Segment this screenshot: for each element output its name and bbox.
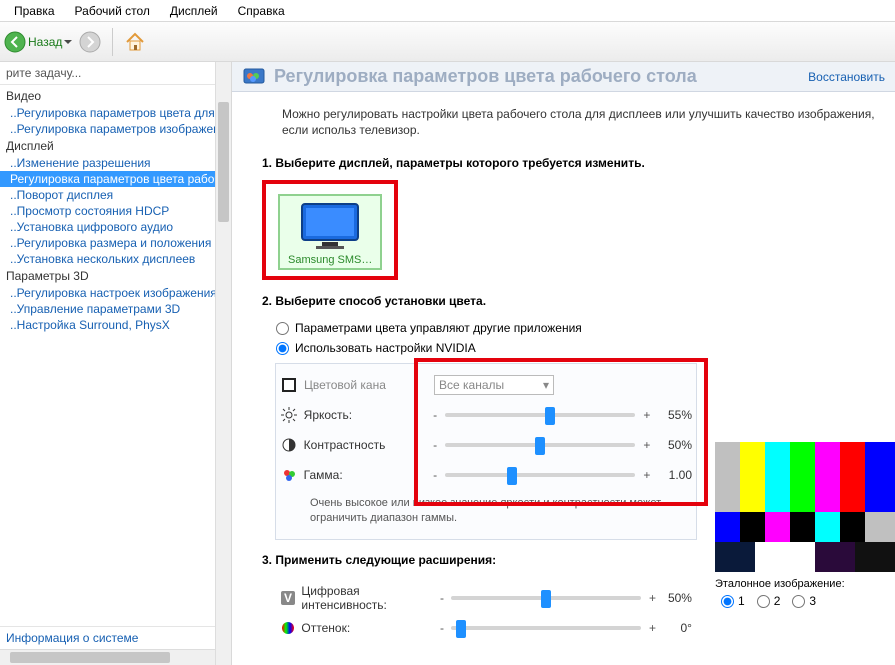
tree-group: Дисплей: [0, 137, 231, 155]
task-header: рите задачу...: [0, 62, 231, 85]
tree-item[interactable]: ..Поворот дисплея: [0, 187, 231, 203]
radio-other-apps[interactable]: Параметрами цвета управляют другие прило…: [262, 318, 875, 338]
tree-item[interactable]: ..Управление параметрами 3D: [0, 301, 231, 317]
vibrance-label: Цифровая интенсивность:: [301, 584, 438, 612]
gamma-label: Гамма:: [304, 468, 432, 482]
system-info-link[interactable]: Информация о системе: [0, 626, 231, 649]
tree-item[interactable]: ..Установка цифрового аудио: [0, 219, 231, 235]
section1-title: 1. Выберите дисплей, параметры которого …: [262, 156, 875, 170]
radio-nvidia-input[interactable]: [276, 342, 289, 355]
vibrance-slider[interactable]: [451, 596, 641, 600]
monitor-icon: [298, 202, 362, 250]
toolbar-separator: [112, 28, 113, 56]
color-controls-panel: Цветовой кана Все каналы ▾ Яркость: - + …: [276, 364, 696, 539]
reference-preview: Эталонное изображение: 1 2 3: [715, 442, 895, 608]
display-item-samsung[interactable]: Samsung SMS…: [278, 194, 382, 270]
sidebar: рите задачу... Видео..Регулировка параме…: [0, 62, 232, 665]
tree-item[interactable]: Регулировка параметров цвета рабочег: [0, 171, 231, 187]
color-bars-image: [715, 442, 895, 572]
hue-icon: [280, 619, 295, 637]
tree-item[interactable]: ..Установка нескольких дисплеев: [0, 251, 231, 267]
tree-group: Видео: [0, 87, 231, 105]
tree-group: Параметры 3D: [0, 267, 231, 285]
menu-display[interactable]: Дисплей: [160, 2, 228, 20]
tree-item[interactable]: ..Регулировка параметров изображения д: [0, 121, 231, 137]
chevron-down-icon: ▾: [543, 378, 549, 392]
contrast-value: 50%: [653, 438, 692, 452]
brightness-label: Яркость:: [304, 408, 432, 422]
gamma-hint: Очень высокое или низкое значение яркост…: [280, 490, 692, 527]
svg-text:V: V: [284, 591, 292, 605]
page-title-strip: Регулировка параметров цвета рабочего ст…: [232, 62, 895, 92]
tree-item[interactable]: ..Настройка Surround, PhysX: [0, 317, 231, 333]
nav-tree: Видео..Регулировка параметров цвета для …: [0, 85, 231, 626]
tree-item[interactable]: ..Просмотр состояния HDCP: [0, 203, 231, 219]
channel-select[interactable]: Все каналы ▾: [434, 375, 554, 395]
contrast-label: Контрастность: [304, 438, 432, 452]
page-title: Регулировка параметров цвета рабочего ст…: [274, 66, 697, 87]
reference-options: 1 2 3: [715, 594, 895, 608]
tree-item[interactable]: ..Регулировка параметров цвета для вид: [0, 105, 231, 121]
sidebar-scrollbar-horizontal[interactable]: [0, 649, 215, 665]
toolbar: Назад: [0, 22, 895, 62]
radio-nvidia[interactable]: Использовать настройки NVIDIA: [262, 338, 875, 358]
hue-value: 0°: [658, 621, 692, 635]
page-description: Можно регулировать настройки цвета рабоч…: [232, 92, 895, 146]
gamma-value: 1.00: [653, 468, 692, 482]
sidebar-scrollbar-vertical[interactable]: [215, 62, 231, 665]
channel-icon: [280, 376, 298, 394]
radio-nvidia-label: Использовать настройки NVIDIA: [295, 341, 476, 355]
tree-item[interactable]: ..Регулировка настроек изображения с пр: [0, 285, 231, 301]
channel-label: Цветовой кана: [304, 378, 434, 392]
brightness-value: 55%: [653, 408, 692, 422]
display-selection-box: Samsung SMS…: [262, 180, 398, 280]
radio-other-apps-label: Параметрами цвета управляют другие прило…: [295, 321, 582, 335]
contrast-icon: [280, 436, 298, 454]
menu-help[interactable]: Справка: [228, 2, 295, 20]
title-icon: [242, 65, 266, 89]
gamma-slider[interactable]: [445, 473, 635, 477]
gamma-icon: [280, 466, 298, 484]
back-label: Назад: [28, 35, 62, 49]
hue-label: Оттенок:: [301, 621, 438, 635]
menu-desktop[interactable]: Рабочий стол: [65, 2, 160, 20]
tree-item[interactable]: ..Регулировка размера и положения рабо: [0, 235, 231, 251]
hue-slider[interactable]: [451, 626, 641, 630]
ref-opt-1[interactable]: 1: [721, 594, 745, 608]
contrast-slider[interactable]: [445, 443, 635, 447]
restore-defaults-link[interactable]: Восстановить: [808, 70, 885, 84]
ref-opt-2[interactable]: 2: [757, 594, 781, 608]
forward-button[interactable]: [76, 28, 104, 56]
display-name: Samsung SMS…: [288, 254, 372, 266]
radio-other-apps-input[interactable]: [276, 322, 289, 335]
brightness-icon: [280, 406, 298, 424]
vibrance-icon: V: [280, 589, 295, 607]
home-button[interactable]: [121, 28, 149, 56]
reference-label: Эталонное изображение:: [715, 572, 895, 594]
brightness-slider[interactable]: [445, 413, 635, 417]
vibrance-value: 50%: [658, 591, 692, 605]
dropdown-icon[interactable]: [64, 38, 72, 46]
menu-edit[interactable]: Правка: [4, 2, 65, 20]
menu-bar: Правка Рабочий стол Дисплей Справка: [0, 0, 895, 22]
section-select-display: 1. Выберите дисплей, параметры которого …: [232, 146, 895, 284]
ref-opt-3[interactable]: 3: [792, 594, 816, 608]
back-button[interactable]: Назад: [4, 31, 72, 53]
main-panel: Регулировка параметров цвета рабочего ст…: [232, 62, 895, 665]
section2-title: 2. Выберите способ установки цвета.: [262, 294, 875, 308]
tree-item[interactable]: ..Изменение разрешения: [0, 155, 231, 171]
